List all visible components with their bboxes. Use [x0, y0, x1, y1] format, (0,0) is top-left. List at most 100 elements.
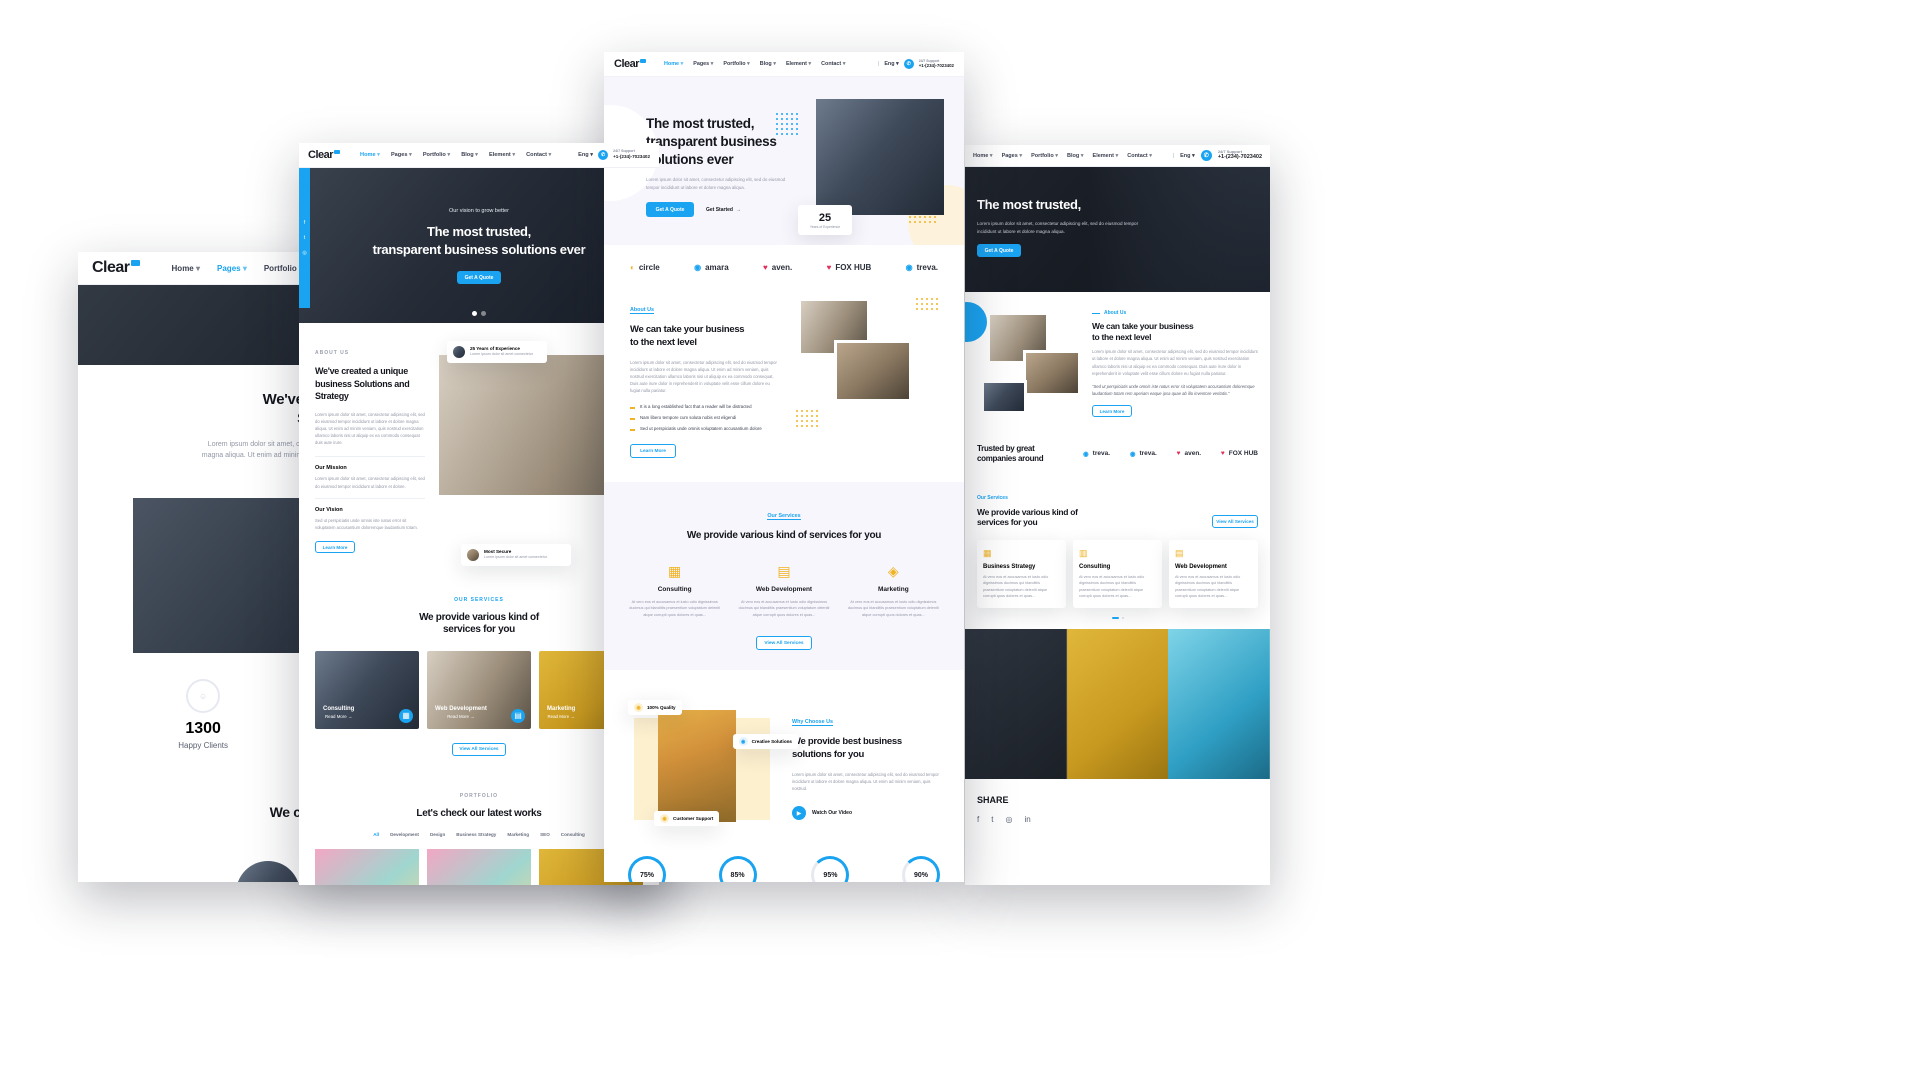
nav-item-pages[interactable]: Pages ▾	[391, 152, 412, 158]
nav-item-blog[interactable]: Blog ▾	[760, 61, 776, 67]
nav-item-contact[interactable]: Contact ▾	[526, 152, 551, 158]
view-all-services-button[interactable]: View All Services	[756, 636, 812, 651]
chart-icon: ▦	[983, 547, 992, 558]
service-card-title: Web Development	[755, 585, 813, 593]
nav-home[interactable]: Clear Home ▾ Pages ▾ Portfolio ▾ Blog ▾ …	[299, 143, 659, 168]
about-paragraph: Lorem ipsum dolor sit amet, consectetur …	[315, 411, 425, 446]
linkedin-icon[interactable]: in	[1024, 815, 1030, 824]
partners-right: Trusted by great companies around ◉ treva…	[965, 432, 1270, 476]
dash-icon	[630, 429, 635, 431]
view-all-services-button[interactable]: View All Services	[1212, 514, 1258, 528]
slider-quote-button[interactable]: Get A Quote	[457, 271, 501, 285]
social-sidebar[interactable]: f t ◎	[299, 168, 310, 308]
nav-item-home[interactable]: Home ▾	[360, 152, 380, 158]
filter-business-strategy[interactable]: Business Strategy	[456, 832, 496, 837]
skill-ring: 90%	[902, 856, 940, 882]
nav-item-portfolio[interactable]: Portfolio ▾	[423, 152, 450, 158]
nav-item-home[interactable]: Home ▾	[172, 264, 200, 273]
service-tile[interactable]: Web Development Read More → ▤	[427, 650, 531, 729]
facebook-icon[interactable]: f	[977, 815, 979, 824]
filter-marketing[interactable]: Marketing	[507, 832, 529, 837]
nav-item-portfolio[interactable]: Portfolio ▾	[1031, 153, 1058, 159]
skill-item: 75% Development	[628, 856, 666, 882]
service-card[interactable]: ▦ Consulting At vero eos et accusamus et…	[628, 563, 721, 618]
twitter-icon[interactable]: t	[304, 235, 305, 241]
portfolio-filters[interactable]: All Development Design Business Strategy…	[315, 832, 643, 837]
about-title-line-1: We can take your business	[1092, 321, 1194, 331]
watch-video-button[interactable]: ▶ Watch Our Video	[792, 806, 940, 821]
nav-item-contact[interactable]: Contact ▾	[821, 61, 845, 67]
nav-item-pages[interactable]: Pages ▾	[217, 264, 247, 273]
partners-heading-line-1: Trusted by great	[977, 443, 1035, 453]
hero-quote-button[interactable]: Get A Quote	[977, 244, 1021, 258]
window-right[interactable]: Home ▾ Pages ▾ Portfolio ▾ Blog ▾ Elemen…	[965, 145, 1270, 885]
megaphone-icon: ◈	[887, 562, 899, 579]
about-learn-more-button[interactable]: Learn More	[630, 444, 676, 459]
hero-secondary-cta[interactable]: Get Started →	[706, 207, 741, 213]
play-icon[interactable]: ▶	[792, 806, 806, 821]
about-learn-more-button[interactable]: Learn More	[315, 541, 355, 554]
service-tile-icon[interactable]: ▦	[399, 708, 413, 723]
nav-item-blog[interactable]: Blog ▾	[1067, 153, 1084, 159]
portfolio-item[interactable]	[315, 849, 419, 885]
service-card[interactable]: ◈ Marketing At vero eos et accusamus et …	[847, 563, 940, 618]
portfolio-item[interactable]	[427, 849, 531, 885]
twitter-icon[interactable]: t	[991, 815, 993, 824]
service-tile-icon[interactable]: ▤	[511, 708, 525, 723]
nav-item-element[interactable]: Element ▾	[489, 152, 515, 158]
dash-icon	[630, 418, 635, 420]
logo[interactable]: Clear	[614, 58, 647, 70]
window-home-main[interactable]: Clear Home ▾ Pages ▾ Portfolio ▾ Blog ▾ …	[604, 52, 964, 882]
instagram-icon[interactable]: ◎	[302, 250, 306, 256]
logo-tag	[640, 59, 647, 63]
filter-seo[interactable]: SEO	[540, 832, 550, 837]
chevron-down-icon: ▾	[375, 152, 380, 158]
counter-label: Happy Clients	[178, 741, 229, 751]
service-tile[interactable]: Consulting Read More → ▦	[315, 650, 419, 729]
hero-subtitle: Lorem ipsum dolor sit amet, consectetur …	[646, 177, 786, 190]
nav-right[interactable]: Home ▾ Pages ▾ Portfolio ▾ Blog ▾ Elemen…	[965, 145, 1270, 167]
nav-item-home[interactable]: Home ▾	[664, 61, 683, 67]
service-card[interactable]: ▥ Consulting At vero eos et accusamus et…	[1073, 539, 1162, 608]
nav-item-home[interactable]: Home ▾	[973, 153, 993, 159]
why-choose-us: ◉ 100% Quality ◉ Creative Solutions ◉ Cu…	[604, 670, 964, 843]
hero-primary-cta[interactable]: Get A Quote	[646, 202, 694, 218]
language-selector[interactable]: Eng ▾	[578, 152, 593, 158]
why-image	[658, 710, 736, 823]
nav-item-portfolio[interactable]: Portfolio ▾	[264, 264, 303, 273]
instagram-icon[interactable]: ◎	[1005, 815, 1012, 824]
filter-all[interactable]: All	[373, 832, 379, 837]
chevron-down-icon: ▾	[1079, 152, 1084, 159]
nav-item-contact[interactable]: Contact ▾	[1127, 153, 1152, 159]
language-selector[interactable]: Eng ▾	[884, 61, 898, 67]
chevron-down-icon: ▾	[745, 61, 750, 67]
nav-item-element[interactable]: Element ▾	[786, 61, 811, 67]
language-selector[interactable]: Eng ▾	[1180, 153, 1195, 159]
chevron-down-icon: ▾	[679, 61, 684, 67]
view-all-services-button[interactable]: View All Services	[452, 742, 506, 756]
filter-consulting[interactable]: Consulting	[561, 832, 585, 837]
nav-item-blog[interactable]: Blog ▾	[461, 152, 478, 158]
brand-logo-aven: ♥ aven.	[763, 263, 793, 272]
nav-item-pages[interactable]: Pages ▾	[1002, 153, 1023, 159]
logo[interactable]: Clear	[92, 259, 140, 277]
nav-item-pages[interactable]: Pages ▾	[693, 61, 713, 67]
filter-design[interactable]: Design	[430, 832, 445, 837]
service-tile-title: Web Development	[435, 705, 487, 712]
service-card[interactable]: ▤ Web Development At vero eos et accusam…	[737, 563, 830, 618]
smile-icon: ☺	[186, 679, 221, 714]
nav-item-element[interactable]: Element ▾	[1093, 153, 1119, 159]
about-learn-more-button[interactable]: Learn More	[1092, 405, 1132, 418]
chevron-down-icon: ▾	[546, 152, 552, 158]
slider-dots[interactable]	[472, 311, 486, 316]
nav-item-portfolio[interactable]: Portfolio ▾	[723, 61, 749, 67]
nav-main[interactable]: Clear Home ▾ Pages ▾ Portfolio ▾ Blog ▾ …	[604, 52, 964, 77]
service-card[interactable]: ▤ Web Development At vero eos et accusam…	[1169, 539, 1258, 608]
logo[interactable]: Clear	[308, 149, 341, 161]
about-heading-line-2: business Solutions and	[315, 378, 410, 389]
filter-development[interactable]: Development	[390, 832, 419, 837]
facebook-icon[interactable]: f	[304, 220, 305, 226]
chevron-down-icon: ▾	[841, 61, 846, 67]
nav-divider: |	[877, 61, 880, 67]
service-card[interactable]: ▦ Business Strategy At vero eos et accus…	[977, 539, 1066, 608]
